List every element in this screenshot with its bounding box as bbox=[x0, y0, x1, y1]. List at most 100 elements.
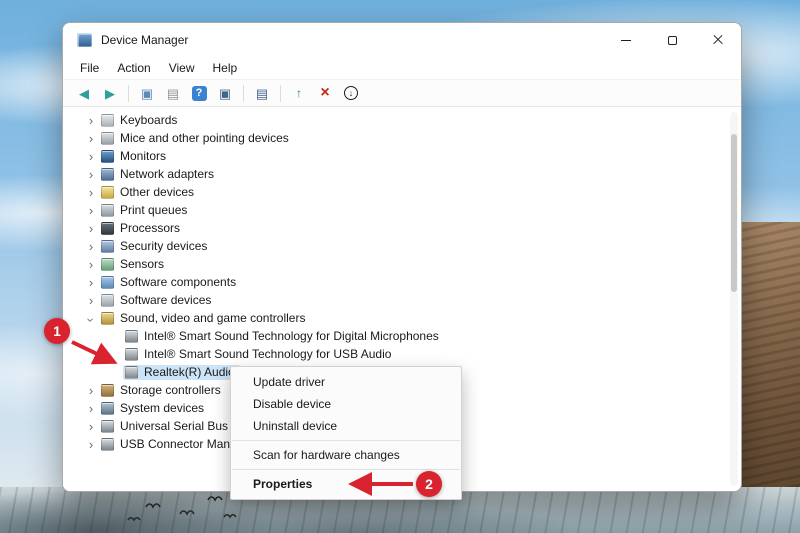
usb-controller-icon bbox=[101, 420, 114, 433]
disable-device-button[interactable]: ↓ bbox=[339, 82, 363, 104]
tree-item-label: Sensors bbox=[120, 258, 164, 270]
tree-item-body[interactable]: Sound, video and game controllers bbox=[99, 311, 310, 326]
tree-item-label: Keyboards bbox=[120, 114, 177, 126]
update-driver-button[interactable]: ↑ bbox=[287, 82, 311, 104]
chevron-collapsed-icon[interactable] bbox=[83, 383, 99, 398]
tree-item-body[interactable]: Storage controllers bbox=[99, 383, 226, 398]
context-menu-item-update-driver[interactable]: Update driver bbox=[231, 371, 461, 393]
chevron-collapsed-icon[interactable] bbox=[83, 203, 99, 218]
tree-item[interactable]: Sound, video and game controllers bbox=[83, 309, 741, 327]
tree-item-body[interactable]: System devices bbox=[99, 401, 209, 416]
context-menu-item-disable-device[interactable]: Disable device bbox=[231, 393, 461, 415]
chevron-collapsed-icon[interactable] bbox=[83, 419, 99, 434]
devices-view-button[interactable]: ▣ bbox=[213, 82, 237, 104]
menu-view[interactable]: View bbox=[160, 59, 204, 77]
menu-file[interactable]: File bbox=[71, 59, 108, 77]
tree-item-body[interactable]: Sensors bbox=[99, 257, 169, 272]
help-icon: ? bbox=[192, 86, 207, 101]
tree-item-body[interactable]: Security devices bbox=[99, 239, 212, 254]
context-menu-item-uninstall-device[interactable]: Uninstall device bbox=[231, 415, 461, 437]
chevron-collapsed-icon[interactable] bbox=[83, 401, 99, 416]
menu-action[interactable]: Action bbox=[108, 59, 159, 77]
titlebar: Device Manager bbox=[63, 23, 741, 57]
tree-item-body[interactable]: Network adapters bbox=[99, 167, 219, 182]
tree-item-label: Print queues bbox=[120, 204, 187, 216]
chevron-collapsed-icon[interactable] bbox=[83, 275, 99, 290]
chevron-collapsed-icon[interactable] bbox=[83, 113, 99, 128]
chevron-collapsed-icon[interactable] bbox=[83, 437, 99, 452]
tree-item-label: System devices bbox=[120, 402, 204, 414]
annotation-badge-2: 2 bbox=[416, 471, 442, 497]
show-console-tree-button[interactable]: ▣ bbox=[135, 82, 159, 104]
system-device-icon bbox=[101, 402, 114, 415]
menu-help[interactable]: Help bbox=[204, 59, 247, 77]
minimize-button[interactable] bbox=[603, 23, 649, 57]
tree-item[interactable]: Intel® Smart Sound Technology for Digita… bbox=[83, 327, 741, 345]
vertical-scrollbar[interactable] bbox=[730, 112, 738, 486]
properties-toolbar-button[interactable]: ▤ bbox=[161, 82, 185, 104]
properties-icon: ▤ bbox=[167, 87, 179, 100]
tree-item-label: Network adapters bbox=[120, 168, 214, 180]
minimize-icon bbox=[621, 40, 631, 41]
tree-item-body[interactable]: Other devices bbox=[99, 185, 199, 200]
tree-item-body[interactable]: Mice and other pointing devices bbox=[99, 131, 294, 146]
back-button[interactable]: ◀ bbox=[72, 82, 96, 104]
maximize-button[interactable] bbox=[649, 23, 695, 57]
tree-item-body[interactable]: Monitors bbox=[99, 149, 171, 164]
tree-item[interactable]: Processors bbox=[83, 219, 741, 237]
back-arrow-icon: ◀ bbox=[79, 87, 89, 100]
tree-item-body[interactable]: Software devices bbox=[99, 293, 216, 308]
chevron-collapsed-icon[interactable] bbox=[83, 149, 99, 164]
context-menu-item-scan-for-hardware-changes[interactable]: Scan for hardware changes bbox=[231, 444, 461, 466]
chevron-collapsed-icon[interactable] bbox=[83, 239, 99, 254]
tree-item[interactable]: Print queues bbox=[83, 201, 741, 219]
tree-item-label: Intel® Smart Sound Technology for USB Au… bbox=[144, 348, 391, 360]
forward-button[interactable]: ▶ bbox=[98, 82, 122, 104]
tree-item-body[interactable]: Intel® Smart Sound Technology for Digita… bbox=[123, 329, 444, 344]
tree-item[interactable]: Security devices bbox=[83, 237, 741, 255]
toolbar-separator bbox=[128, 85, 129, 102]
audio-device-icon bbox=[125, 330, 138, 343]
window-title: Device Manager bbox=[101, 33, 188, 47]
tree-item[interactable]: Network adapters bbox=[83, 165, 741, 183]
chevron-collapsed-icon[interactable] bbox=[83, 131, 99, 146]
usb-controller-icon bbox=[101, 438, 114, 451]
tree-item-label: Monitors bbox=[120, 150, 166, 162]
uninstall-device-button[interactable]: × bbox=[313, 82, 337, 104]
chevron-collapsed-icon[interactable] bbox=[83, 221, 99, 236]
tree-item-body[interactable]: Software components bbox=[99, 275, 241, 290]
tree-item-selected[interactable]: Realtek(R) Audio bbox=[123, 365, 240, 380]
tree-item[interactable]: Software devices bbox=[83, 291, 741, 309]
tree-item[interactable]: Mice and other pointing devices bbox=[83, 129, 741, 147]
tree-item-body[interactable]: Processors bbox=[99, 221, 185, 236]
chevron-collapsed-icon[interactable] bbox=[83, 257, 99, 272]
toolbar-separator bbox=[243, 85, 244, 102]
tree-item-body[interactable]: Intel® Smart Sound Technology for USB Au… bbox=[123, 347, 396, 362]
tree-item-label: Realtek(R) Audio bbox=[144, 366, 235, 378]
tree-item[interactable]: Monitors bbox=[83, 147, 741, 165]
tree-item[interactable]: Software components bbox=[83, 273, 741, 291]
scan-hardware-button[interactable]: ▤ bbox=[250, 82, 274, 104]
scrollbar-thumb[interactable] bbox=[731, 134, 737, 291]
software-device-icon bbox=[101, 294, 114, 307]
tree-item[interactable]: Intel® Smart Sound Technology for USB Au… bbox=[83, 345, 741, 363]
chevron-collapsed-icon[interactable] bbox=[83, 167, 99, 182]
processor-icon bbox=[101, 222, 114, 235]
mouse-icon bbox=[101, 132, 114, 145]
other-devices-icon bbox=[101, 186, 114, 199]
tree-item[interactable]: Sensors bbox=[83, 255, 741, 273]
chevron-collapsed-icon[interactable] bbox=[83, 185, 99, 200]
print-queue-icon bbox=[101, 204, 114, 217]
tree-item-body[interactable]: Keyboards bbox=[99, 113, 182, 128]
console-tree-icon: ▣ bbox=[141, 87, 153, 100]
close-button[interactable] bbox=[695, 23, 741, 57]
tree-item-body[interactable]: Print queues bbox=[99, 203, 192, 218]
tree-item[interactable]: Other devices bbox=[83, 183, 741, 201]
help-button[interactable]: ? bbox=[187, 82, 211, 104]
update-driver-icon: ↑ bbox=[296, 87, 302, 99]
tree-item[interactable]: Keyboards bbox=[83, 111, 741, 129]
uninstall-x-icon: × bbox=[320, 85, 329, 101]
chevron-collapsed-icon[interactable] bbox=[83, 293, 99, 308]
software-component-icon bbox=[101, 276, 114, 289]
chevron-expanded-icon[interactable] bbox=[83, 312, 98, 328]
